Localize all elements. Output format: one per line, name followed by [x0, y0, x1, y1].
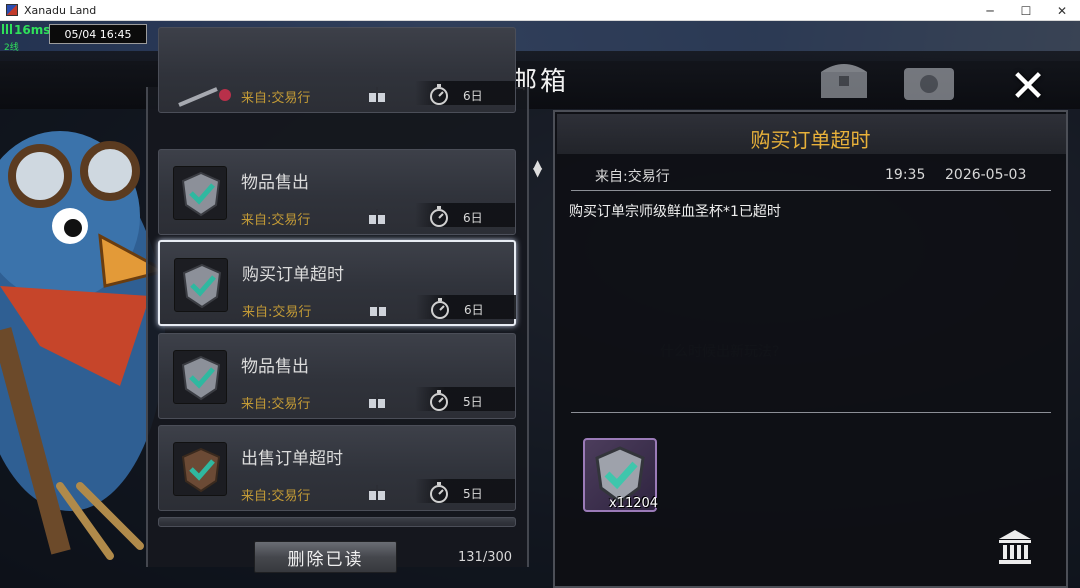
shield-check-icon	[182, 263, 222, 309]
attachment-gift-icon	[370, 301, 386, 316]
mail-detail-panel: 购买订单超时 来自:交易行 19:35 2026-05-03 购买订单宗师级鲜血…	[553, 110, 1068, 588]
detail-body-text: 购买订单宗师级鲜血圣杯*1已超时	[569, 204, 781, 220]
minimize-button[interactable]: ─	[972, 0, 1008, 21]
ping-value: 16ms	[14, 23, 51, 37]
mail-item-sender: 来自:交易行	[241, 397, 311, 412]
bronze-shield-check-icon	[181, 447, 221, 493]
attachment-gift-icon	[369, 87, 385, 102]
attachment-gift-icon	[369, 209, 385, 224]
mail-count: 131/300	[458, 550, 513, 565]
detail-sender: 来自:交易行	[595, 169, 670, 185]
window-controls: ─ ☐ ✕	[972, 0, 1080, 21]
mail-item-title: 出售订单超时	[241, 449, 343, 469]
detail-title: 购买订单超时	[750, 128, 871, 152]
mailbox-close-button[interactable]: ✕	[1000, 58, 1056, 114]
close-x-icon: ✕	[1009, 60, 1047, 112]
mail-icon-box	[173, 442, 227, 496]
mail-list-item[interactable]: 来自:交易行 6日	[158, 27, 516, 113]
attachment-gift-icon	[369, 485, 385, 500]
trash-icon[interactable]	[995, 527, 1035, 567]
mail-item-sender: 来自:交易行	[241, 213, 311, 228]
mail-list-item[interactable]: 出售订单超时 来自:交易行 5日	[158, 425, 516, 511]
scroll-indicator-icon[interactable]: ▲ ▼	[533, 158, 542, 178]
attachment-divider	[571, 412, 1051, 413]
window-titlebar: Xanadu Land ─ ☐ ✕	[0, 0, 1080, 21]
mail-icon-box	[173, 350, 227, 404]
sword-item-icon	[178, 87, 231, 107]
mail-item-days-left: 5日	[463, 395, 483, 409]
mail-item-title: 物品售出	[241, 173, 309, 193]
signal-icon	[2, 24, 12, 34]
delete-read-button[interactable]: 删除已读	[254, 541, 397, 573]
mail-item-sender: 来自:交易行	[242, 305, 312, 320]
mail-list-item[interactable]: 物品售出 来自:交易行 5日	[158, 333, 516, 419]
window-title: Xanadu Land	[24, 3, 97, 17]
attachment-quantity: x11204	[609, 496, 659, 511]
shield-check-icon	[181, 355, 221, 401]
mail-item-sender: 来自:交易行	[241, 91, 311, 106]
mail-item-days-left: 6日	[463, 211, 483, 225]
maximize-button[interactable]: ☐	[1008, 0, 1044, 21]
mail-item-days-left: 5日	[463, 487, 483, 501]
attachment-gift-icon	[369, 393, 385, 408]
chest-icon	[821, 64, 867, 98]
mail-item-sender: 来自:交易行	[241, 489, 311, 504]
mail-item-title: 购买订单超时	[242, 265, 344, 285]
mail-item-days-left: 6日	[464, 303, 484, 317]
timer-icon	[430, 390, 448, 411]
mail-icon-box	[173, 166, 227, 220]
mail-list-item-selected[interactable]: 购买订单超时 来自:交易行 6日	[158, 240, 516, 326]
treasure-chest-icon	[904, 68, 954, 100]
shield-check-icon	[181, 171, 221, 217]
mail-list-item[interactable]: 物品售出 来自:交易行 6日	[158, 149, 516, 235]
mail-item-days-left: 6日	[463, 89, 483, 103]
ping-indicator: 16ms	[2, 23, 50, 37]
mail-item-title: 物品售出	[241, 357, 309, 377]
header-divider	[571, 190, 1051, 191]
mail-list-item-partial[interactable]	[158, 517, 516, 527]
timer-icon	[430, 482, 448, 503]
detail-date: 2026-05-03	[945, 167, 1027, 183]
mail-list-panel: 来自:交易行 6日 物品售出 来自:交易行 6日 购买订单超时 来自:交易行 6…	[146, 27, 529, 567]
window-close-button[interactable]: ✕	[1044, 0, 1080, 21]
mail-icon-box	[174, 258, 228, 312]
attachment-item-slot[interactable]: x11204	[583, 438, 659, 512]
timer-icon	[430, 206, 448, 227]
timer-icon	[431, 298, 449, 319]
hud-clock: 05/04 16:45	[49, 24, 147, 44]
app-icon	[6, 4, 18, 16]
detail-time: 19:35	[885, 167, 926, 183]
timer-icon	[430, 84, 448, 105]
